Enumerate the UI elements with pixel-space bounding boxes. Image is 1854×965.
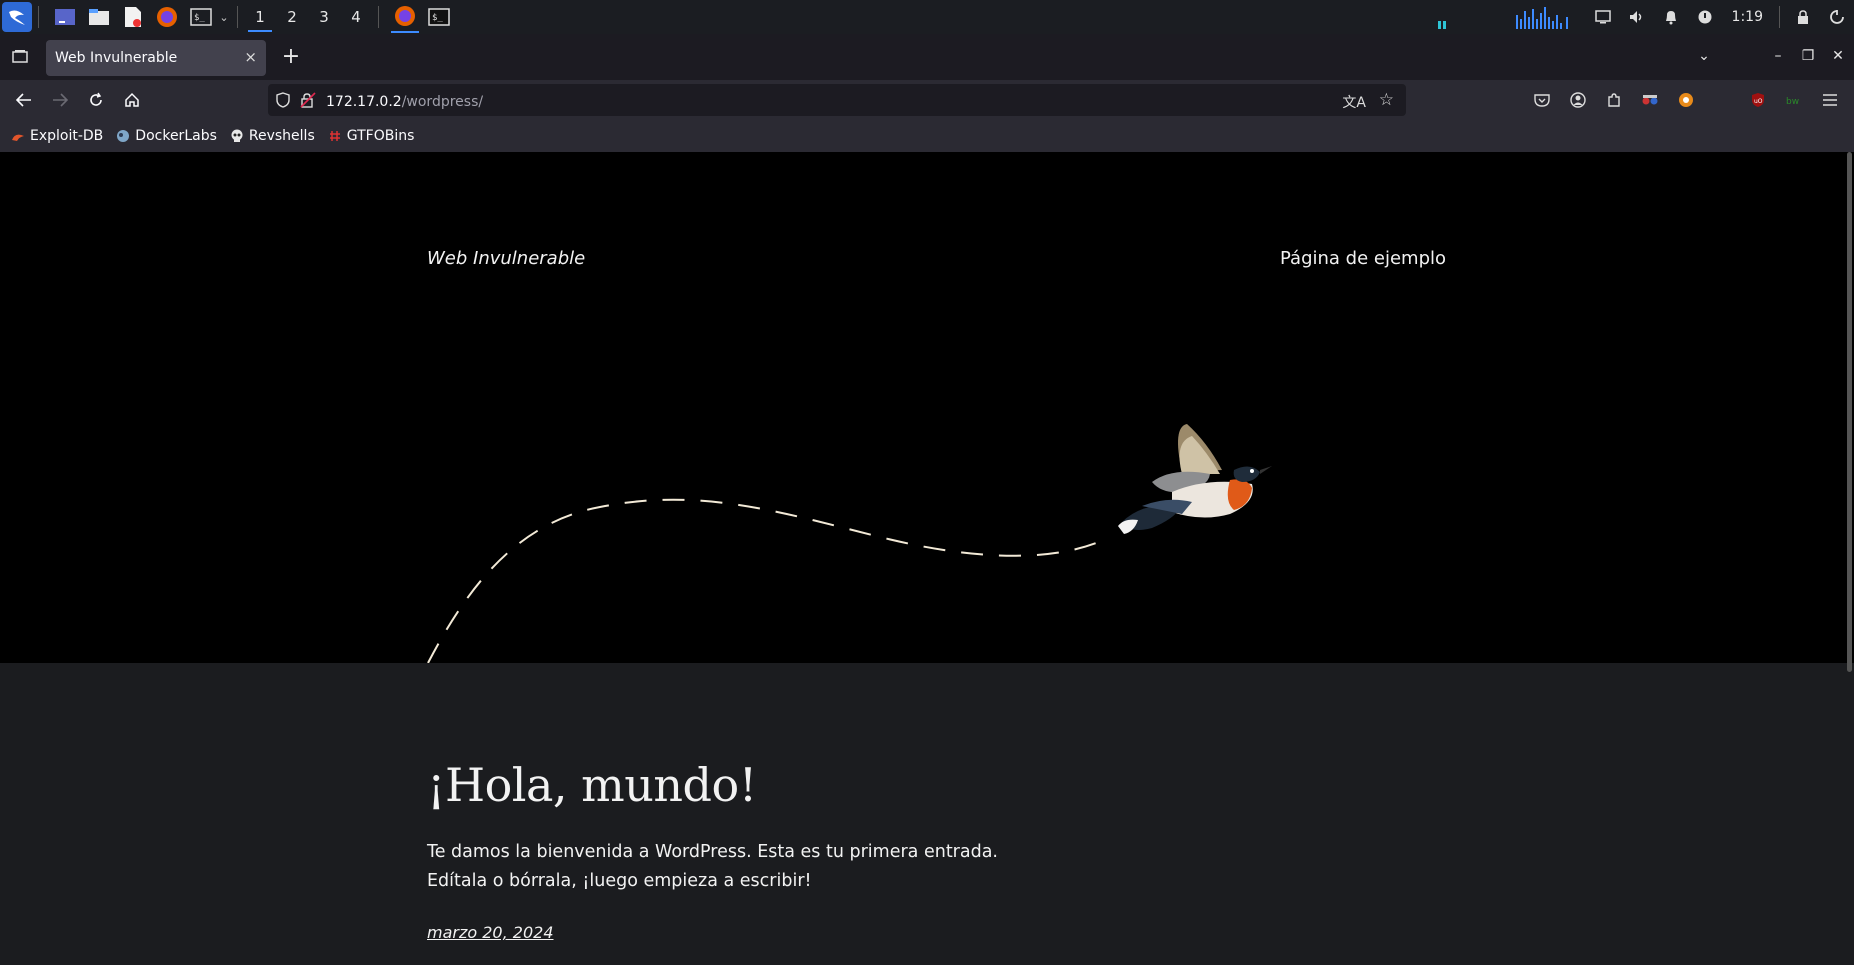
web-page: Web Invulnerable Página de ejemplo ¡Hola… bbox=[0, 152, 1854, 965]
post-date-link[interactable]: marzo 20, 2024 bbox=[427, 923, 554, 942]
firefox-window-icon[interactable] bbox=[391, 1, 419, 33]
home-icon[interactable] bbox=[118, 86, 146, 114]
desktop-icon[interactable] bbox=[51, 3, 79, 31]
firefox-launcher-icon[interactable] bbox=[153, 3, 181, 31]
new-tab-button[interactable]: + bbox=[278, 44, 304, 69]
bookmark-dockerlabs[interactable]: DockerLabs bbox=[115, 128, 217, 144]
bird-illustration bbox=[1118, 424, 1272, 534]
dashed-flight-path bbox=[427, 498, 1111, 663]
tab-web-invulnerable[interactable]: Web Invulnerable × bbox=[46, 40, 266, 76]
logout-icon[interactable] bbox=[1820, 0, 1854, 34]
workspace-4[interactable]: 4 bbox=[340, 0, 372, 34]
close-tab-icon[interactable]: × bbox=[244, 48, 257, 66]
url-text[interactable]: 172.17.0.2/wordpress/ bbox=[326, 91, 483, 110]
minimize-icon[interactable]: – bbox=[1766, 44, 1790, 68]
wappalyzer-icon[interactable] bbox=[1672, 86, 1700, 114]
divider bbox=[38, 6, 39, 28]
bookmarks-toolbar: Exploit-DB DockerLabs Revshells GTFOBins bbox=[0, 120, 1854, 152]
kali-menu-icon[interactable] bbox=[2, 2, 32, 32]
divider bbox=[237, 6, 238, 28]
workspace-3[interactable]: 3 bbox=[308, 0, 340, 34]
account-icon[interactable] bbox=[1564, 86, 1592, 114]
post-title-link[interactable]: ¡Hola, mundo! bbox=[427, 758, 757, 812]
restore-icon[interactable]: ❐ bbox=[1796, 44, 1820, 68]
hero-header: Web Invulnerable Página de ejemplo bbox=[0, 152, 1854, 663]
power-manager-icon[interactable] bbox=[1688, 0, 1722, 34]
skull-icon bbox=[229, 128, 245, 144]
divider bbox=[1779, 6, 1780, 28]
workspace-label: 2 bbox=[287, 8, 297, 26]
pocket-icon[interactable] bbox=[1528, 86, 1556, 114]
text-editor-icon[interactable] bbox=[119, 3, 147, 31]
url-host: 172.17.0.2 bbox=[326, 93, 402, 110]
forward-icon[interactable] bbox=[46, 86, 74, 114]
url-bar[interactable]: 172.17.0.2/wordpress/ 文A ☆ bbox=[268, 84, 1406, 116]
bookmark-star-icon[interactable]: ☆ bbox=[1379, 90, 1394, 110]
divider bbox=[378, 6, 379, 28]
volume-icon[interactable] bbox=[1620, 0, 1654, 34]
page-scrollbar[interactable] bbox=[1847, 152, 1852, 672]
svg-text:$_: $_ bbox=[432, 13, 443, 23]
bw-extension-icon[interactable]: bw bbox=[1780, 86, 1808, 114]
file-manager-icon[interactable] bbox=[85, 3, 113, 31]
svg-text:$_: $_ bbox=[194, 13, 205, 23]
tab-title: Web Invulnerable bbox=[55, 50, 178, 66]
bookmark-label: Revshells bbox=[248, 128, 315, 144]
gtfobins-icon bbox=[327, 128, 343, 144]
hamburger-menu-icon[interactable] bbox=[1816, 86, 1844, 114]
system-tray: 1:19 bbox=[1436, 0, 1854, 34]
extensions-icon[interactable] bbox=[1600, 86, 1628, 114]
network-graph bbox=[1437, 7, 1568, 29]
translate-icon[interactable]: 文A bbox=[1342, 92, 1366, 112]
clock[interactable]: 1:19 bbox=[1722, 9, 1773, 25]
workspace-2[interactable]: 2 bbox=[276, 0, 308, 34]
workspace-label: 1 bbox=[255, 8, 265, 26]
dockerlabs-icon bbox=[115, 128, 131, 144]
ublock-origin-icon[interactable]: uO bbox=[1744, 86, 1772, 114]
post-article: ¡Hola, mundo! Te damos la bienvenida a W… bbox=[0, 663, 1854, 965]
terminal-launcher-icon[interactable]: $_ bbox=[187, 3, 215, 31]
bookmark-label: GTFOBins bbox=[346, 128, 415, 144]
tab-strip: Web Invulnerable × + ⌄ – ❐ ✕ bbox=[0, 34, 1854, 80]
notification-bell-icon[interactable] bbox=[1654, 0, 1688, 34]
bookmark-exploit-db[interactable]: Exploit-DB bbox=[10, 128, 103, 144]
workspace-1[interactable]: 1 bbox=[244, 0, 276, 34]
display-icon[interactable] bbox=[1586, 0, 1620, 34]
lock-icon[interactable] bbox=[1786, 0, 1820, 34]
spy-extension-icon[interactable] bbox=[1636, 86, 1664, 114]
svg-text:uO: uO bbox=[1754, 98, 1763, 105]
navigation-toolbar: 172.17.0.2/wordpress/ 文A ☆ uO bw bbox=[0, 80, 1854, 120]
system-taskbar: $_ ⌄ 1 2 3 4 $_ 1:19 bbox=[0, 0, 1854, 34]
reload-icon[interactable] bbox=[82, 86, 110, 114]
chevron-down-icon[interactable]: ⌄ bbox=[217, 3, 231, 31]
workspace-label: 4 bbox=[351, 8, 361, 26]
shield-icon[interactable] bbox=[276, 92, 290, 108]
workspace-label: 3 bbox=[319, 8, 329, 26]
back-icon[interactable] bbox=[10, 86, 38, 114]
insecure-lock-icon[interactable] bbox=[300, 92, 316, 108]
exploitdb-icon bbox=[10, 128, 26, 144]
close-window-icon[interactable]: ✕ bbox=[1826, 44, 1850, 68]
url-path: /wordpress/ bbox=[401, 93, 484, 110]
svg-text:bw: bw bbox=[1786, 97, 1799, 107]
bookmark-label: DockerLabs bbox=[135, 128, 217, 144]
terminal-window-icon[interactable]: $_ bbox=[425, 3, 453, 31]
post-excerpt: Te damos la bienvenida a WordPress. Esta… bbox=[427, 842, 998, 891]
tab-overview-icon[interactable] bbox=[8, 44, 32, 68]
list-all-tabs-icon[interactable]: ⌄ bbox=[1692, 44, 1716, 68]
bookmark-gtfobins[interactable]: GTFOBins bbox=[327, 128, 415, 144]
bookmark-revshells[interactable]: Revshells bbox=[229, 128, 315, 144]
bookmark-label: Exploit-DB bbox=[30, 128, 104, 144]
